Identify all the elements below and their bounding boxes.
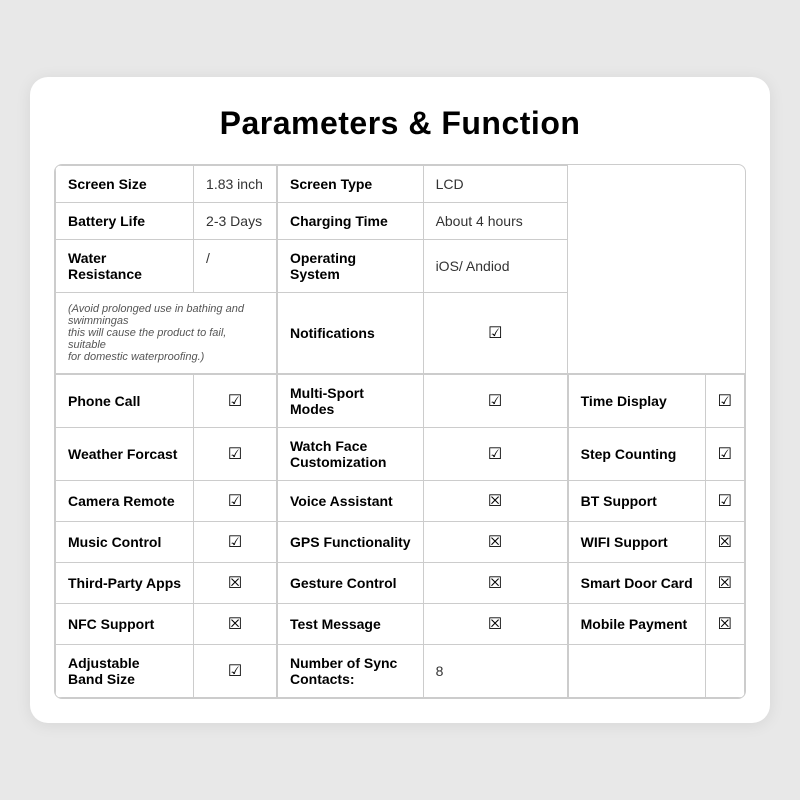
gps-x-icon [488, 534, 502, 550]
multi-sport-label: Multi-SportModes [277, 374, 423, 428]
step-counting-label: Step Counting [568, 428, 706, 481]
charging-time-label: Charging Time [277, 203, 423, 240]
screen-type-value: LCD [423, 166, 568, 203]
screen-size-label: Screen Size [56, 166, 194, 203]
watch-face-check [423, 428, 568, 481]
os-label: OperatingSystem [277, 240, 423, 293]
page-title: Parameters & Function [54, 105, 746, 142]
third-party-check [194, 563, 277, 604]
gps-label: GPS Functionality [277, 522, 423, 563]
water-resistance-label: WaterResistance [56, 240, 194, 293]
bt-support-check [705, 481, 744, 522]
gps-check [423, 522, 568, 563]
empty-cell-1 [568, 645, 706, 698]
feature-row-5: Third-Party Apps Gesture Control Smart D… [56, 563, 745, 604]
phone-call-check-icon [228, 393, 242, 409]
os-value: iOS/ Andiod [423, 240, 568, 293]
mobile-payment-check [705, 604, 744, 645]
phone-call-check [194, 374, 277, 428]
camera-remote-check-icon [228, 493, 242, 509]
weather-label: Weather Forcast [56, 428, 194, 481]
smart-door-label: Smart Door Card [568, 563, 706, 604]
step-counting-check [705, 428, 744, 481]
nfc-support-label: NFC Support [56, 604, 194, 645]
smart-door-check [705, 563, 744, 604]
screen-type-label: Screen Type [277, 166, 423, 203]
adjustable-band-check-icon [228, 663, 242, 679]
camera-remote-label: Camera Remote [56, 481, 194, 522]
feature-row-7: AdjustableBand Size Number of SyncContac… [56, 645, 745, 698]
charging-time-value: About 4 hours [423, 203, 568, 240]
wifi-support-label: WIFI Support [568, 522, 706, 563]
feature-row-4: Music Control GPS Functionality WIFI Sup… [56, 522, 745, 563]
test-message-label: Test Message [277, 604, 423, 645]
water-note: (Avoid prolonged use in bathing and swim… [56, 293, 277, 375]
sync-contacts-label: Number of SyncContacts: [277, 645, 423, 698]
nfc-x-icon [228, 616, 242, 632]
weather-check-icon [228, 446, 242, 462]
multi-sport-check-icon [488, 393, 502, 409]
time-display-label: Time Display [568, 374, 706, 428]
battery-life-value: 2-3 Days [194, 203, 277, 240]
spec-row-water: WaterResistance / OperatingSystem iOS/ A… [56, 240, 745, 293]
third-party-x-icon [228, 575, 242, 591]
card: Parameters & Function Screen Size 1.83 i… [30, 77, 770, 723]
music-control-label: Music Control [56, 522, 194, 563]
wifi-x-icon [718, 534, 732, 550]
gesture-check [423, 563, 568, 604]
test-message-x-icon [488, 616, 502, 632]
screen-size-value: 1.83 inch [194, 166, 277, 203]
voice-assistant-x-icon [488, 493, 502, 509]
adjustable-band-label: AdjustableBand Size [56, 645, 194, 698]
smart-door-x-icon [718, 575, 732, 591]
weather-check [194, 428, 277, 481]
music-control-check-icon [228, 534, 242, 550]
empty-cell-2 [705, 645, 744, 698]
gesture-label: Gesture Control [277, 563, 423, 604]
feature-row-6: NFC Support Test Message Mobile Payment [56, 604, 745, 645]
camera-remote-check [194, 481, 277, 522]
battery-life-label: Battery Life [56, 203, 194, 240]
voice-assistant-check [423, 481, 568, 522]
sync-contacts-value: 8 [423, 645, 568, 698]
multi-sport-check [423, 374, 568, 428]
mobile-payment-x-icon [718, 616, 732, 632]
nfc-support-check [194, 604, 277, 645]
music-control-check [194, 522, 277, 563]
water-resistance-value: / [194, 240, 277, 293]
wifi-support-check [705, 522, 744, 563]
bt-support-label: BT Support [568, 481, 706, 522]
phone-call-label: Phone Call [56, 374, 194, 428]
feature-row-3: Camera Remote Voice Assistant BT Support [56, 481, 745, 522]
spec-row-screen: Screen Size 1.83 inch Screen Type LCD [56, 166, 745, 203]
notifications-check-icon [488, 325, 502, 341]
bt-support-check-icon [718, 493, 732, 509]
mobile-payment-label: Mobile Payment [568, 604, 706, 645]
watch-face-label: Watch FaceCustomization [277, 428, 423, 481]
voice-assistant-label: Voice Assistant [277, 481, 423, 522]
time-display-check-icon [718, 393, 732, 409]
third-party-label: Third-Party Apps [56, 563, 194, 604]
spec-row-note: (Avoid prolonged use in bathing and swim… [56, 293, 745, 375]
test-message-check [423, 604, 568, 645]
notifications-value [423, 293, 568, 375]
feature-row-1: Phone Call Multi-SportModes Time Display [56, 374, 745, 428]
params-table: Screen Size 1.83 inch Screen Type LCD Ba… [54, 164, 746, 699]
notifications-label: Notifications [277, 293, 423, 375]
gesture-x-icon [488, 575, 502, 591]
step-counting-check-icon [718, 446, 732, 462]
time-display-check [705, 374, 744, 428]
spec-row-battery: Battery Life 2-3 Days Charging Time Abou… [56, 203, 745, 240]
adjustable-band-check [194, 645, 277, 698]
watch-face-check-icon [488, 446, 502, 462]
feature-row-2: Weather Forcast Watch FaceCustomization … [56, 428, 745, 481]
